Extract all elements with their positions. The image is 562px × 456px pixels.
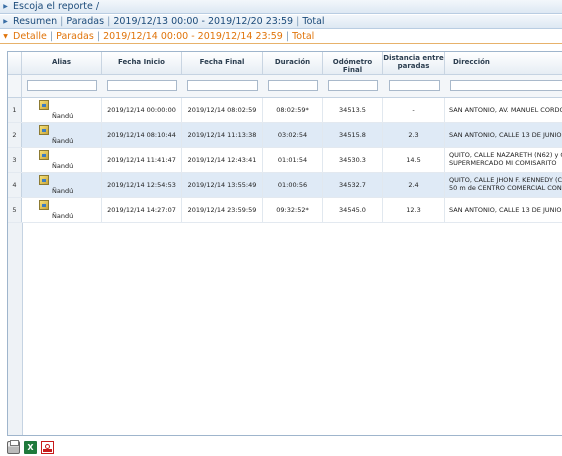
row-number: 4 <box>8 173 22 197</box>
start-value: 2019/12/14 11:41:47 <box>102 148 182 172</box>
row-number: 1 <box>8 98 22 122</box>
detail-title: Detalle <box>13 31 47 42</box>
vehicle-icon <box>39 150 49 160</box>
distance-value: 12.3 <box>383 198 445 222</box>
end-value: 2019/12/14 13:55:49 <box>182 173 263 197</box>
alias-value: Ñandú <box>52 137 74 145</box>
grid-header-row: Alias Fecha Inicio Fecha Final Duración … <box>8 52 562 75</box>
filter-duration-input[interactable] <box>268 80 318 91</box>
address-value: QUITO, CALLE NAZARETH (N62) y C SUPERMER… <box>449 151 562 167</box>
duration-value: 01:00:56 <box>263 173 323 197</box>
filter-end-input[interactable] <box>187 80 258 91</box>
col-header-duration[interactable]: Duración <box>263 52 323 74</box>
summary-range: 2019/12/13 00:00 - 2019/12/20 23:59 <box>113 16 294 27</box>
odometer-value: 34530.3 <box>323 148 383 172</box>
odometer-value: 34532.7 <box>323 173 383 197</box>
end-value: 2019/12/14 12:43:41 <box>182 148 263 172</box>
col-header-end[interactable]: Fecha Final <box>182 52 263 74</box>
col-header-address[interactable]: Dirección <box>445 52 562 74</box>
alias-value: Ñandú <box>52 112 74 120</box>
filter-odometer-input[interactable] <box>328 80 378 91</box>
excel-icon[interactable]: X <box>24 441 37 454</box>
end-value: 2019/12/14 11:13:38 <box>182 123 263 147</box>
alias-value: Ñandú <box>52 162 74 170</box>
distance-value: 2.3 <box>383 123 445 147</box>
grid-filter-row <box>8 75 562 98</box>
address-value: QUITO, CALLE JHON F. KENNEDY (C 50 m de … <box>449 176 562 192</box>
alias-value: Ñandú <box>52 187 74 195</box>
end-value: 2019/12/14 08:02:59 <box>182 98 263 122</box>
col-header-distance[interactable]: Distancia entre paradas <box>383 52 445 74</box>
table-row[interactable]: 5 Ñandú 2019/12/14 14:27:07 2019/12/14 2… <box>8 198 562 223</box>
duration-value: 08:02:59* <box>263 98 323 122</box>
pdf-icon[interactable] <box>41 441 54 454</box>
row-number-header <box>8 52 22 74</box>
report-chooser-label: Escoja el reporte / <box>13 1 100 12</box>
alias-value: Ñandú <box>52 212 74 220</box>
start-value: 2019/12/14 12:54:53 <box>102 173 182 197</box>
table-row[interactable]: 1 Ñandú 2019/12/14 00:00:00 2019/12/14 0… <box>8 98 562 123</box>
report-chooser-header[interactable]: ▶ Escoja el reporte / <box>0 0 562 14</box>
address-value: SAN ANTONIO, CALLE 13 DE JUNIO <box>449 206 562 214</box>
table-row[interactable]: 3 Ñandú 2019/12/14 11:41:47 2019/12/14 1… <box>8 148 562 173</box>
odometer-value: 34545.0 <box>323 198 383 222</box>
col-header-distance-line1: Distancia entre <box>383 54 444 62</box>
odometer-value: 34515.8 <box>323 123 383 147</box>
distance-value: 2.4 <box>383 173 445 197</box>
table-row[interactable]: 4 Ñandú 2019/12/14 12:54:53 2019/12/14 1… <box>8 173 562 198</box>
col-header-alias[interactable]: Alias <box>22 52 102 74</box>
distance-value: 14.5 <box>383 148 445 172</box>
start-value: 2019/12/14 14:27:07 <box>102 198 182 222</box>
end-value: 2019/12/14 23:59:59 <box>182 198 263 222</box>
chevron-down-icon: ▼ <box>3 33 8 40</box>
filter-address-input[interactable] <box>450 80 562 91</box>
detail-range: 2019/12/14 00:00 - 2019/12/14 23:59 <box>103 31 283 42</box>
chevron-right-icon: ▶ <box>3 3 8 10</box>
detail-total: Total <box>292 31 315 42</box>
filter-start-input[interactable] <box>107 80 177 91</box>
detail-type: Paradas <box>56 31 94 42</box>
detail-section-header[interactable]: ▼ Detalle | Paradas | 2019/12/14 00:00 -… <box>0 30 562 44</box>
row-number-gutter <box>8 223 23 435</box>
distance-value: - <box>383 98 445 122</box>
vehicle-icon <box>39 100 49 110</box>
filter-alias-input[interactable] <box>27 80 97 91</box>
col-header-distance-line2: paradas <box>397 62 430 70</box>
summary-type: Paradas <box>66 16 105 27</box>
duration-value: 09:32:52* <box>263 198 323 222</box>
odometer-value: 34513.5 <box>323 98 383 122</box>
chevron-right-icon: ▶ <box>3 18 8 25</box>
filter-distance-input[interactable] <box>389 80 440 91</box>
start-value: 2019/12/14 00:00:00 <box>102 98 182 122</box>
summary-section-header[interactable]: ▶ Resumen | Paradas | 2019/12/13 00:00 -… <box>0 15 562 29</box>
duration-value: 01:01:54 <box>263 148 323 172</box>
col-header-odometer[interactable]: Odómetro Final <box>323 52 383 74</box>
table-row[interactable]: 2 Ñandú 2019/12/14 08:10:44 2019/12/14 1… <box>8 123 562 148</box>
row-number: 5 <box>8 198 22 222</box>
summary-total: Total <box>302 16 325 27</box>
summary-title: Resumen <box>13 16 58 27</box>
vehicle-icon <box>39 175 49 185</box>
print-icon[interactable] <box>7 440 20 454</box>
row-number: 2 <box>8 123 22 147</box>
duration-value: 03:02:54 <box>263 123 323 147</box>
vehicle-icon <box>39 200 49 210</box>
address-value: SAN ANTONIO, AV. MANUEL CORDO <box>449 106 562 114</box>
stops-grid: Alias Fecha Inicio Fecha Final Duración … <box>7 51 562 436</box>
vehicle-icon <box>39 125 49 135</box>
col-header-start[interactable]: Fecha Inicio <box>102 52 182 74</box>
start-value: 2019/12/14 08:10:44 <box>102 123 182 147</box>
address-value: SAN ANTONIO, CALLE 13 DE JUNIO <box>449 131 562 139</box>
row-number: 3 <box>8 148 22 172</box>
